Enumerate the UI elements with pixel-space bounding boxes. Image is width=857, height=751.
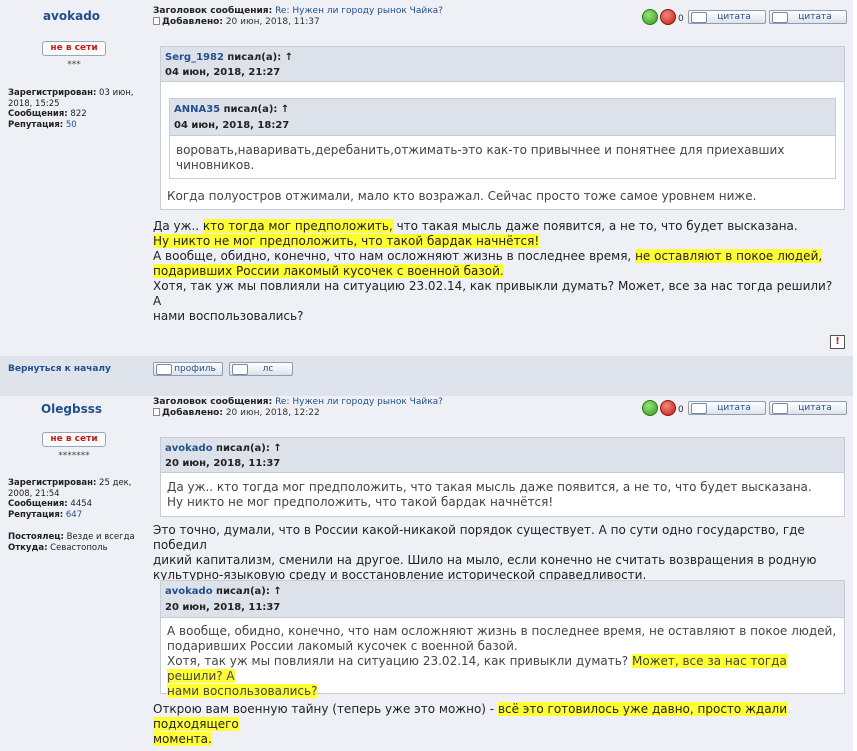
posts-value: 4454 [70,499,93,509]
wrote-label: писал(а): [223,52,282,63]
private-message-button[interactable]: лс [229,362,293,376]
user-rank: *** [67,60,81,70]
quote-block: Serg_1982 писал(а): ↑ 04 июн, 2018, 21:2… [160,46,845,210]
multi-quote-icon [772,403,788,414]
added-value: 20 июн, 2018, 12:22 [225,408,320,418]
subject-link[interactable]: Re: Нужен ли городу рынок Чайка? [275,397,443,407]
highlight: подаривших России лакомый кусочек с воен… [153,264,504,278]
quote-date: 04 июн, 2018, 18:27 [174,120,290,131]
reputation-label: Репутация: [8,119,64,130]
quote-block: avokado писал(а): ↑ 20 июн, 2018, 11:37 … [160,437,845,517]
post-document-icon [153,17,160,25]
rating-count: 0 [678,405,684,415]
reputation-value: 50 [65,119,77,130]
status-offline-badge[interactable]: не в сети [42,41,106,56]
multi-quote-icon [772,12,788,23]
quote-author-link[interactable]: avokado [165,443,213,454]
quote-icon [691,12,707,23]
highlight: нами воспользовались? [167,684,318,698]
posts-value: 822 [70,109,87,119]
quote-button[interactable]: цитата [688,401,766,415]
author-details: Зарегистрирован: 03 июн, 2018, 15:25 Соо… [8,88,146,130]
reputation-value: 647 [65,509,83,520]
quote-header: avokado писал(а): ↑ 20 июн, 2018, 11:37 [161,581,844,618]
jump-arrow-icon[interactable]: ↑ [273,586,281,597]
nested-quote-block: ANNA35 писал(а): ↑ 04 июн, 2018, 18:27 в… [169,98,836,179]
pm-icon [232,364,248,375]
subject-link[interactable]: Re: Нужен ли городу рынок Чайка? [275,6,443,16]
jump-arrow-icon[interactable]: ↑ [273,443,281,454]
status-offline-badge[interactable]: не в сети [42,432,106,447]
quote-text: Да уж.. кто тогда мог предположить, что … [167,480,812,509]
posts-label: Сообщения: [8,499,68,509]
quote-date: 20 июн, 2018, 11:37 [165,458,281,469]
post-body: Это точно, думали, что в России какой-ни… [153,523,817,582]
back-to-top-link[interactable]: Вернуться к началу [8,364,111,374]
thumbs-down-icon[interactable] [660,9,676,25]
wrote-label: писал(а): [212,586,270,597]
post-document-icon [153,408,160,416]
jump-arrow-icon[interactable]: ↑ [285,52,293,63]
post-footer-row: Вернуться к началу профиль лс [0,356,853,396]
user-rank: ******* [58,451,90,461]
thumbs-down-icon[interactable] [660,400,676,416]
quote-author-link[interactable]: avokado [165,586,213,597]
wrote-label: писал(а): [220,104,278,115]
profile-icon [156,364,172,375]
report-icon[interactable]: ! [830,335,845,349]
posts-label: Сообщения: [8,109,68,119]
highlight: не оставляют в покое людей, [635,249,823,263]
thumbs-up-icon[interactable] [642,9,658,25]
jump-arrow-icon[interactable]: ↑ [281,104,289,115]
registered-label: Зарегистрирован: [8,478,97,488]
quote-button[interactable]: цитата [688,10,766,24]
post-body: Открою вам военную тайну (теперь уже это… [153,702,788,746]
subject-label: Заголовок сообщения: [153,397,273,407]
quote-text: воровать,наваривать,деребанить,отжимать-… [176,143,785,172]
quote-block: avokado писал(а): ↑ 20 июн, 2018, 11:37 … [160,580,845,698]
wrote-label: писал(а): [212,443,270,454]
author-extra: Постоялец: Везде и всегда Откуда: Севаст… [8,532,146,553]
highlight: Ну никто не мог предположить, что такой … [153,234,540,248]
quote-text: А вообще, обидно, конечно, что нам ослож… [167,624,837,698]
multi-quote-button[interactable]: цитата [769,401,847,415]
post-author[interactable]: avokado [0,9,143,23]
profile-button[interactable]: профиль [153,362,223,376]
added-label: Добавлено: [162,408,223,418]
added-value: 20 июн, 2018, 11:37 [225,17,320,27]
registered-label: Зарегистрирован: [8,88,97,98]
highlight: момента. [153,732,212,746]
thumbs-up-icon[interactable] [642,400,658,416]
added-label: Добавлено: [162,17,223,27]
multi-quote-button[interactable]: цитата [769,10,847,24]
author-details: Зарегистрирован: 25 дек, 2008, 21:54 Соо… [8,478,146,520]
quote-header: Serg_1982 писал(а): ↑ 04 июн, 2018, 21:2… [161,47,844,82]
post-header: Заголовок сообщения: Re: Нужен ли городу… [153,6,443,28]
post-body: Да уж.. кто тогда мог предположить, что … [153,219,833,323]
highlight: кто тогда мог предположить, [202,219,393,233]
post-1: avokado не в сети *** Зарегистрирован: 0… [0,0,853,356]
post-author[interactable]: Olegbsss [0,402,143,416]
quote-author-link[interactable]: Serg_1982 [165,52,224,63]
post-header: Заголовок сообщения: Re: Нужен ли городу… [153,397,443,419]
post-2: Olegbsss не в сети ******* Зарегистриров… [0,396,853,751]
reputation-label: Репутация: [8,509,64,520]
subject-label: Заголовок сообщения: [153,6,273,16]
resident-label: Постоялец: [8,532,64,542]
quote-date: 20 июн, 2018, 11:37 [165,602,281,613]
quote-text: Когда полуостров отжимали, мало кто возр… [167,189,757,203]
from-value: Севастополь [50,542,108,553]
resident-value: Везде и всегда [66,532,135,542]
quote-date: 04 июн, 2018, 21:27 [165,67,281,78]
quote-header: ANNA35 писал(а): ↑ 04 июн, 2018, 18:27 [170,99,835,136]
quote-icon [691,403,707,414]
from-label: Откуда: [8,542,48,553]
quote-header: avokado писал(а): ↑ 20 июн, 2018, 11:37 [161,438,844,473]
rating-count: 0 [678,14,684,24]
quote-author-link[interactable]: ANNA35 [174,104,220,115]
